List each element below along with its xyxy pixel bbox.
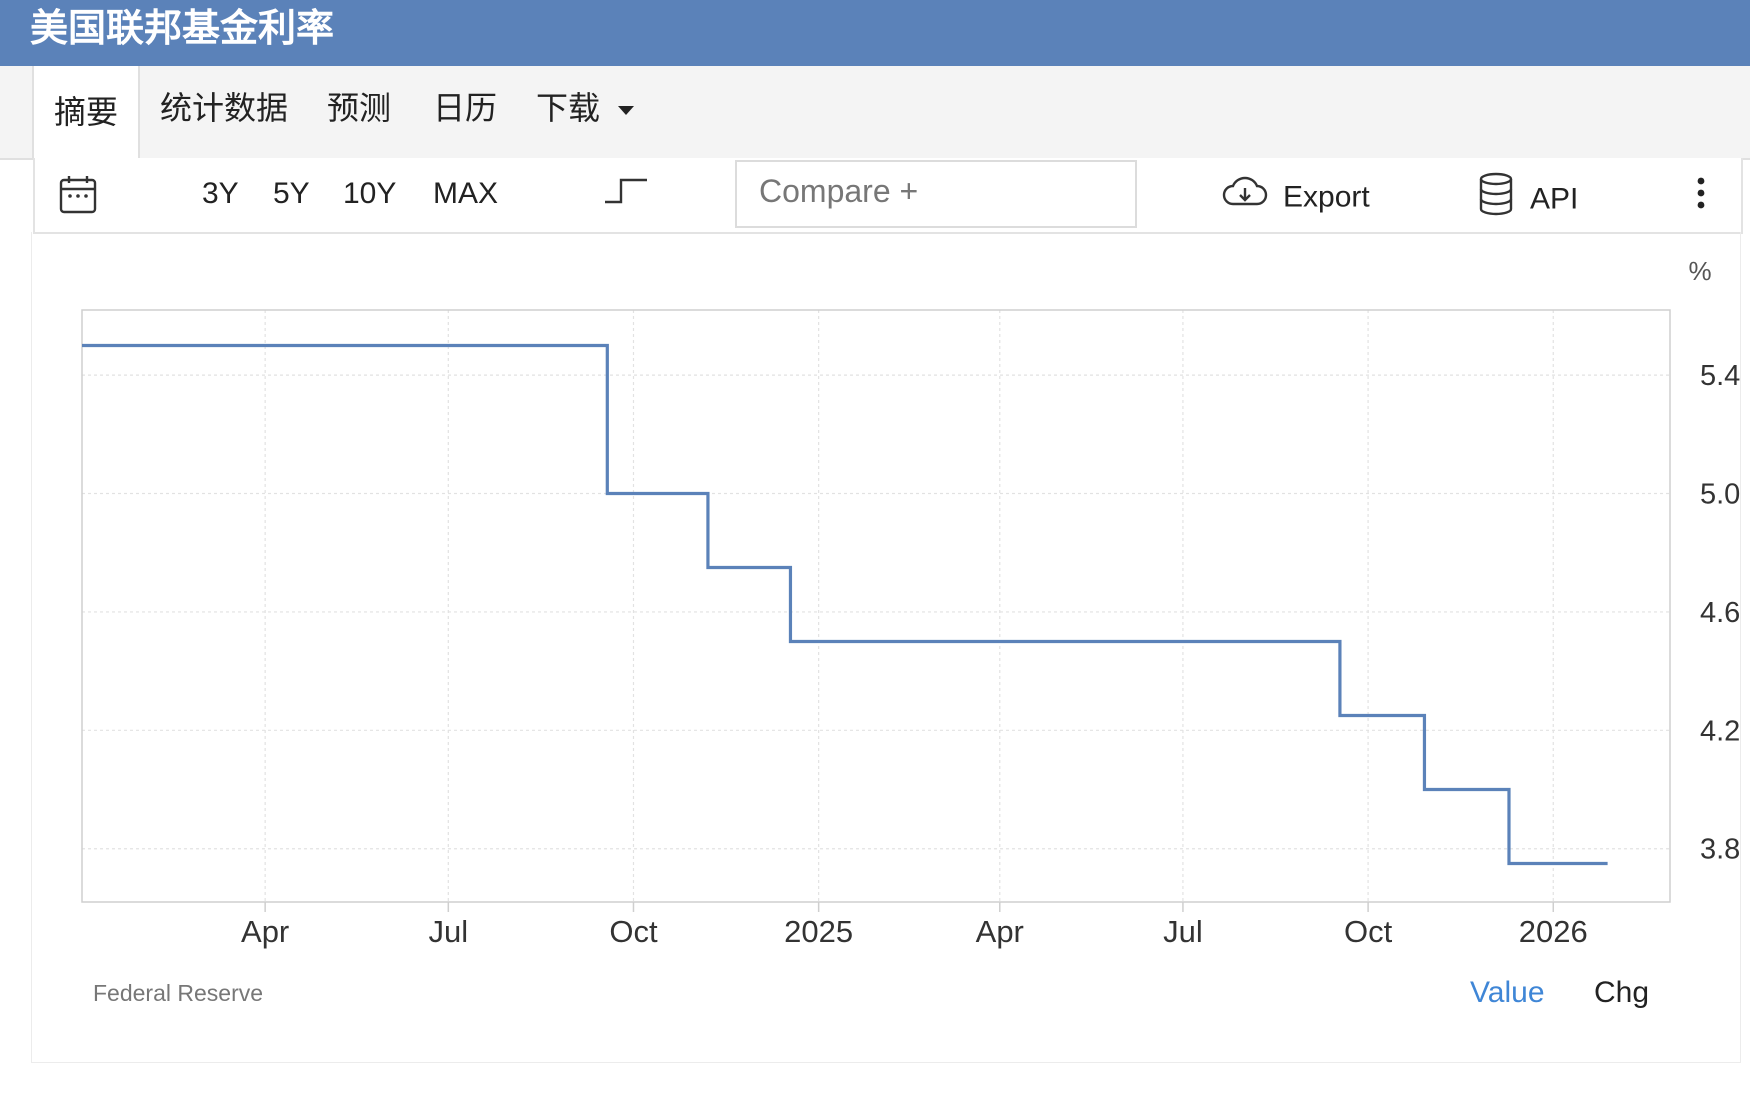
compare-input[interactable] (757, 162, 1121, 220)
api-button[interactable]: API (1478, 172, 1578, 227)
tab-summary[interactable]: 摘要 (32, 66, 141, 158)
tab-summary-label: 摘要 (54, 93, 119, 131)
tab-forecast-label: 预测 (327, 89, 392, 127)
chart-toolbar: 3Y 5Y 10Y MAX Export API (33, 158, 1743, 234)
cloud-download-icon (1221, 174, 1269, 221)
title-bar: 美国联邦基金利率 (0, 0, 1750, 66)
tab-download-label: 下载 (536, 89, 601, 127)
range-3y-button[interactable]: 3Y (202, 174, 239, 214)
tab-download[interactable]: 下载 (536, 84, 635, 132)
tab-statistics-label: 统计数据 (160, 89, 289, 127)
range-max-button[interactable]: MAX (433, 174, 498, 214)
calendar-icon[interactable] (59, 174, 97, 225)
tab-statistics[interactable]: 统计数据 (160, 84, 288, 132)
range-10y-button[interactable]: 10Y (343, 174, 396, 214)
chart-panel (31, 232, 1741, 1063)
caret-down-icon (618, 105, 635, 115)
step-chart-icon[interactable] (603, 172, 649, 219)
api-label: API (1530, 182, 1579, 216)
compare-input-box (735, 160, 1137, 228)
export-label: Export (1283, 180, 1370, 214)
tab-calendar[interactable]: 日历 (433, 84, 497, 132)
tab-forecast[interactable]: 预测 (327, 84, 391, 132)
database-icon (1478, 172, 1514, 227)
export-button[interactable]: Export (1221, 174, 1370, 221)
chg-toggle[interactable]: Chg (1594, 976, 1649, 1010)
nav-tabs: 摘要 统计数据 预测 日历 下载 (0, 66, 1750, 160)
more-vertical-icon[interactable] (1695, 176, 1707, 221)
tab-calendar-label: 日历 (433, 89, 498, 127)
source-label: Federal Reserve (93, 980, 264, 1006)
range-5y-button[interactable]: 5Y (273, 174, 310, 214)
page-title: 美国联邦基金利率 (30, 6, 335, 50)
value-toggle[interactable]: Value (1470, 976, 1545, 1010)
